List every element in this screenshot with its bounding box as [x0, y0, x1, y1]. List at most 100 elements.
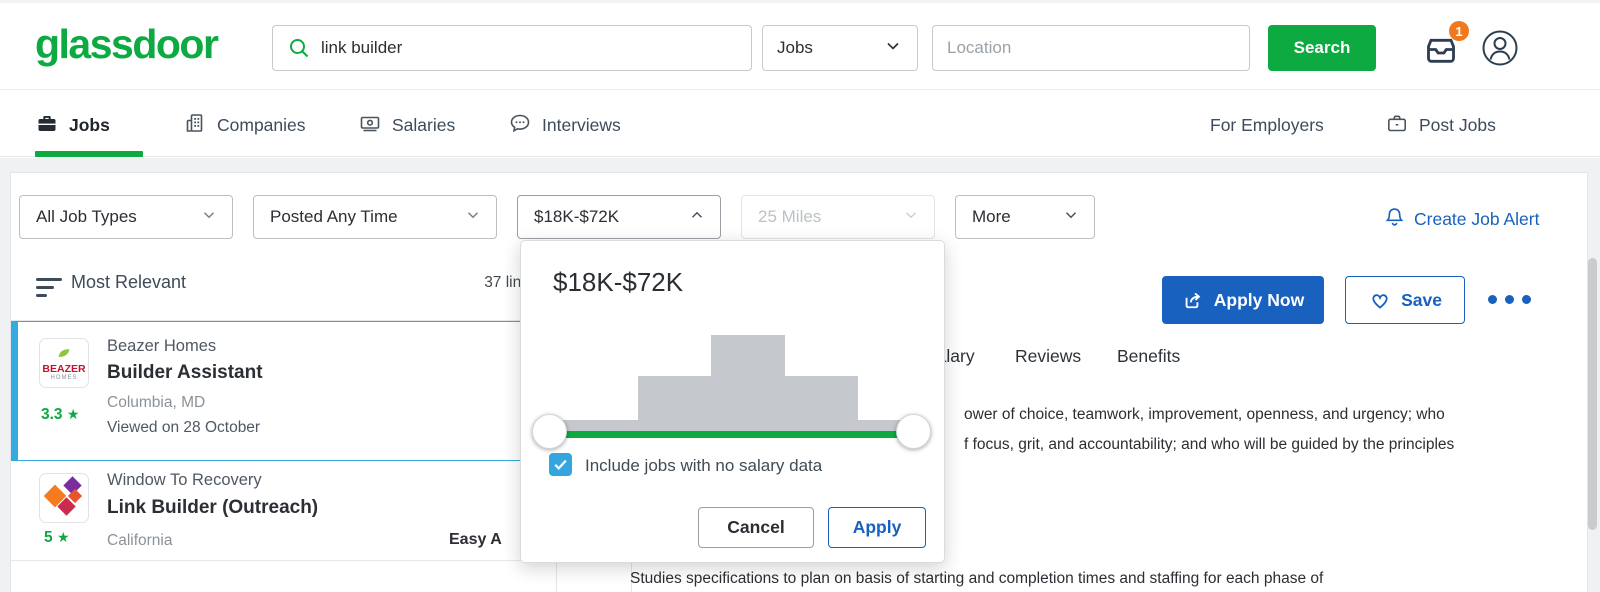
chevron-down-icon	[200, 206, 218, 229]
filter-more[interactable]: More	[955, 195, 1095, 239]
apply-now-button[interactable]: Apply Now	[1162, 276, 1324, 324]
star-icon: ★	[57, 529, 70, 545]
bell-icon	[1383, 205, 1406, 233]
nav-tab-label: Jobs	[69, 115, 110, 136]
company-name[interactable]: Window To Recovery	[107, 471, 262, 490]
nav-link-label: Post Jobs	[1419, 115, 1496, 136]
star-icon: ★	[67, 406, 80, 422]
job-title[interactable]: Link Builder (Outreach)	[107, 497, 318, 519]
vertical-scrollbar[interactable]	[1588, 258, 1597, 530]
filter-label: More	[972, 207, 1011, 227]
scope-value: Jobs	[777, 38, 813, 58]
save-button[interactable]: Save	[1345, 276, 1465, 324]
logo-text: BEAZER	[40, 363, 88, 375]
company-logo-beazer: BEAZER HOMES	[39, 338, 89, 388]
slider-handle-max[interactable]	[896, 414, 931, 449]
job-card-window-to-recovery[interactable]: 5 ★ Window To Recovery Link Builder (Out…	[11, 461, 557, 561]
include-no-salary-checkbox[interactable]	[549, 453, 572, 476]
chevron-up-icon	[688, 206, 706, 229]
company-rating: 5 ★	[44, 529, 70, 547]
job-card-beazer-homes[interactable]: BEAZER HOMES 3.3 ★ Beazer Homes Builder …	[11, 321, 557, 461]
leaf-icon	[40, 345, 88, 363]
salary-range-title: $18K-$72K	[553, 267, 683, 298]
glassdoor-logo[interactable]: glassdoor	[35, 21, 217, 68]
description-line: f focus, grit, and accountability; and w…	[964, 436, 1454, 454]
filter-job-types[interactable]: All Job Types	[19, 195, 233, 239]
filter-label: $18K-$72K	[534, 207, 619, 227]
chevron-down-icon	[883, 36, 903, 61]
keyword-search-field[interactable]	[272, 25, 752, 71]
filter-label: Posted Any Time	[270, 207, 398, 227]
company-name[interactable]: Beazer Homes	[107, 337, 216, 356]
apply-arrow-icon	[1182, 289, 1204, 311]
briefcase-icon	[35, 111, 59, 140]
search-input[interactable]	[321, 38, 721, 58]
apply-button[interactable]: Apply	[828, 507, 926, 548]
description-line: ower of choice, teamwork, improvement, o…	[964, 406, 1445, 424]
detail-tab-reviews[interactable]: Reviews	[1015, 346, 1081, 367]
company-rating: 3.3 ★	[41, 406, 79, 424]
create-job-alert-label: Create Job Alert	[1414, 209, 1539, 230]
sort-header: Most Relevant 37 link	[11, 258, 557, 321]
heart-icon	[1368, 288, 1392, 312]
active-tab-underline	[35, 151, 143, 157]
chevron-down-icon	[902, 206, 920, 229]
job-location: California	[107, 532, 172, 550]
save-label: Save	[1401, 290, 1442, 311]
search-scope-select[interactable]: Jobs	[762, 25, 918, 71]
viewed-date: Viewed on 28 October	[107, 419, 260, 437]
detail-tab-benefits[interactable]: Benefits	[1117, 346, 1180, 367]
money-bill-icon	[358, 111, 382, 140]
more-options-button[interactable]	[1488, 294, 1536, 306]
chevron-down-icon	[464, 206, 482, 229]
cancel-button[interactable]: Cancel	[698, 507, 814, 548]
description-footer-line: Studies specifications to plan on basis …	[630, 570, 1323, 588]
apply-now-label: Apply Now	[1214, 290, 1304, 311]
filter-distance: 25 Miles	[741, 195, 935, 239]
primary-nav: Jobs Companies	[0, 94, 1600, 157]
filter-label: All Job Types	[36, 207, 137, 227]
nav-for-employers[interactable]: For Employers	[1210, 108, 1324, 142]
selected-indicator	[11, 322, 18, 460]
nav-post-jobs[interactable]: Post Jobs	[1385, 108, 1496, 142]
glassdoor-job-search-page: glassdoor Jobs Search	[0, 0, 1600, 592]
filter-date-posted[interactable]: Posted Any Time	[253, 195, 497, 239]
histogram-bar	[785, 376, 858, 433]
nav-tab-salaries[interactable]: Salaries	[358, 108, 455, 142]
checkmark-icon	[552, 456, 569, 473]
profile-icon[interactable]	[1480, 28, 1520, 68]
job-location: Columbia, MD	[107, 394, 205, 412]
nav-tab-label: Companies	[217, 115, 306, 136]
filter-salary-range[interactable]: $18K-$72K	[517, 195, 721, 239]
salary-slider-track[interactable]	[549, 431, 913, 438]
histogram-bar	[638, 376, 711, 433]
briefcase-outline-icon	[1385, 111, 1409, 140]
building-icon	[183, 111, 207, 140]
easy-apply-tag-partial: Easy A	[449, 531, 502, 549]
include-no-salary-label[interactable]: Include jobs with no salary data	[585, 456, 822, 476]
job-list-column: Most Relevant 37 link BEAZER HOMES 3.3	[11, 258, 557, 592]
location-field[interactable]	[932, 25, 1250, 71]
nav-tab-jobs[interactable]: Jobs	[35, 108, 110, 142]
sort-label[interactable]: Most Relevant	[71, 272, 186, 293]
inbox-icon[interactable]: 1	[1420, 29, 1462, 69]
nav-tab-interviews[interactable]: Interviews	[508, 108, 621, 142]
logo-text: HOMES	[40, 375, 88, 381]
location-input[interactable]	[947, 38, 1227, 58]
notification-badge: 1	[1449, 21, 1469, 41]
nav-tab-label: Interviews	[542, 115, 621, 136]
sort-icon[interactable]	[36, 278, 62, 302]
search-icon	[287, 36, 311, 60]
nav-tab-companies[interactable]: Companies	[183, 108, 306, 142]
nav-link-label: For Employers	[1210, 115, 1324, 136]
chevron-down-icon	[1062, 206, 1080, 229]
salary-histogram	[549, 333, 913, 433]
company-logo-window-to-recovery	[39, 473, 89, 523]
histogram-bar	[711, 335, 785, 433]
salary-filter-popup: $18K-$72K Include jobs with no salary da…	[520, 240, 945, 563]
create-job-alert-link[interactable]: Create Job Alert	[1383, 205, 1539, 233]
nav-tab-label: Salaries	[392, 115, 455, 136]
job-title[interactable]: Builder Assistant	[107, 362, 263, 384]
search-button[interactable]: Search	[1268, 25, 1376, 71]
slider-handle-min[interactable]	[532, 414, 567, 449]
